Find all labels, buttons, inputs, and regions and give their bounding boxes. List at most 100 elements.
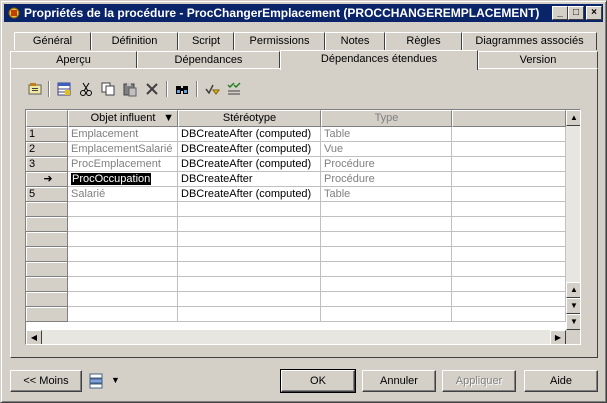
- cell-empty[interactable]: [452, 307, 566, 322]
- cut-icon[interactable]: [76, 79, 96, 99]
- cell-empty[interactable]: [452, 232, 566, 247]
- cell-empty[interactable]: [452, 172, 566, 187]
- cell-objet-influent[interactable]: [68, 277, 178, 292]
- row-number[interactable]: 3: [26, 157, 68, 172]
- dropdown-arrow-icon[interactable]: ▼: [111, 375, 120, 385]
- find-icon[interactable]: [172, 79, 192, 99]
- tab-version[interactable]: Version: [478, 51, 598, 69]
- cell-objet-influent[interactable]: [68, 262, 178, 277]
- table-row[interactable]: [26, 202, 566, 217]
- cell-empty[interactable]: [452, 262, 566, 277]
- cell-empty[interactable]: [452, 127, 566, 142]
- cell-objet-influent[interactable]: ProcOccupation: [68, 172, 178, 187]
- tab-definition[interactable]: Définition: [91, 32, 178, 50]
- row-number[interactable]: [26, 232, 68, 247]
- table-row[interactable]: 1 Emplacement DBCreateAfter (computed) Tabl…: [26, 127, 566, 142]
- tab-dependances[interactable]: Dépendances: [137, 51, 280, 69]
- table-row[interactable]: [26, 232, 566, 247]
- maximize-button[interactable]: □: [568, 6, 584, 20]
- cell-stereotype[interactable]: DBCreateAfter (computed): [178, 157, 321, 172]
- cell-objet-influent[interactable]: ProcEmplacement: [68, 157, 178, 172]
- cell-empty[interactable]: [452, 277, 566, 292]
- cell-type[interactable]: Vue: [321, 142, 452, 157]
- vertical-scrollbar[interactable]: ▲ ▲ ▼ ▼: [566, 110, 580, 330]
- row-number[interactable]: [26, 217, 68, 232]
- table-row[interactable]: [26, 247, 566, 262]
- cell-stereotype[interactable]: [178, 292, 321, 307]
- add-rows-icon[interactable]: [54, 79, 74, 99]
- cell-objet-influent[interactable]: [68, 307, 178, 322]
- row-number[interactable]: [26, 307, 68, 322]
- cell-objet-influent[interactable]: [68, 292, 178, 307]
- table-row[interactable]: ➜ ProcOccupation DBCreateAfter Procédure: [26, 172, 566, 187]
- cell-type[interactable]: [321, 247, 452, 262]
- cell-stereotype[interactable]: [178, 262, 321, 277]
- table-row[interactable]: 3 ProcEmplacement DBCreateAfter (computed)…: [26, 157, 566, 172]
- tab-notes[interactable]: Notes: [325, 32, 385, 50]
- row-number[interactable]: 5: [26, 187, 68, 202]
- row-number[interactable]: [26, 247, 68, 262]
- tab-apercu[interactable]: Aperçu: [10, 51, 137, 69]
- row-number[interactable]: 2: [26, 142, 68, 157]
- title-bar[interactable]: Propriétés de la procédure - ProcChanger…: [4, 4, 603, 22]
- cell-empty[interactable]: [452, 247, 566, 262]
- row-number[interactable]: ➜: [26, 172, 68, 187]
- scroll-up-button[interactable]: ▲: [566, 110, 580, 126]
- cell-type[interactable]: [321, 202, 452, 217]
- cell-stereotype[interactable]: DBCreateAfter: [178, 172, 321, 187]
- dependencies-grid[interactable]: Objet influent ▼ Stéréotype Type 1 Emplac…: [25, 109, 581, 345]
- tab-script[interactable]: Script: [178, 32, 234, 50]
- table-row[interactable]: 5 Salarié DBCreateAfter (computed) Table: [26, 187, 566, 202]
- cell-empty[interactable]: [452, 292, 566, 307]
- horizontal-scrollbar[interactable]: ◀ ▶: [26, 330, 566, 344]
- delete-icon[interactable]: [142, 79, 162, 99]
- help-button[interactable]: Aide: [524, 370, 598, 392]
- selected-cell-text[interactable]: ProcOccupation: [71, 173, 152, 185]
- cell-stereotype[interactable]: DBCreateAfter (computed): [178, 127, 321, 142]
- filter-icon[interactable]: [202, 79, 222, 99]
- close-button[interactable]: ×: [586, 6, 602, 20]
- cell-stereotype[interactable]: DBCreateAfter (computed): [178, 187, 321, 202]
- tab-regles[interactable]: Règles: [385, 32, 462, 50]
- cell-type[interactable]: [321, 217, 452, 232]
- cell-stereotype[interactable]: DBCreateAfter (computed): [178, 142, 321, 157]
- scroll-bottom-button[interactable]: ▼: [566, 298, 580, 314]
- scroll-top-button[interactable]: ▲: [566, 282, 580, 298]
- scroll-left-button[interactable]: ◀: [26, 330, 42, 344]
- table-row[interactable]: [26, 307, 566, 322]
- cell-empty[interactable]: [452, 202, 566, 217]
- cell-empty[interactable]: [452, 217, 566, 232]
- cell-empty[interactable]: [452, 157, 566, 172]
- table-row[interactable]: [26, 292, 566, 307]
- table-row[interactable]: [26, 217, 566, 232]
- column-header-stereotype[interactable]: Stéréotype: [178, 110, 321, 127]
- row-number[interactable]: [26, 202, 68, 217]
- scroll-right-button[interactable]: ▶: [550, 330, 566, 344]
- cell-type[interactable]: Table: [321, 127, 452, 142]
- cell-objet-influent[interactable]: [68, 202, 178, 217]
- cell-empty[interactable]: [452, 142, 566, 157]
- tab-dependances-etendues[interactable]: Dépendances étendues: [280, 50, 478, 70]
- column-header-type[interactable]: Type: [321, 110, 452, 127]
- cell-stereotype[interactable]: [178, 247, 321, 262]
- tab-diagrammes-associes[interactable]: Diagrammes associés: [462, 32, 597, 50]
- cell-type[interactable]: Table: [321, 187, 452, 202]
- minimize-button[interactable]: _: [552, 6, 568, 20]
- cell-stereotype[interactable]: [178, 232, 321, 247]
- cell-stereotype[interactable]: [178, 277, 321, 292]
- less-button[interactable]: << Moins: [10, 370, 82, 392]
- row-number[interactable]: 1: [26, 127, 68, 142]
- cell-type[interactable]: [321, 292, 452, 307]
- cell-type[interactable]: Procédure: [321, 157, 452, 172]
- cell-type[interactable]: [321, 277, 452, 292]
- tab-general[interactable]: Général: [14, 32, 91, 50]
- cell-stereotype[interactable]: [178, 307, 321, 322]
- cell-objet-influent[interactable]: [68, 232, 178, 247]
- table-row[interactable]: 2 EmplacementSalarié DBCreateAfter (comput…: [26, 142, 566, 157]
- row-number[interactable]: [26, 277, 68, 292]
- cell-type[interactable]: Procédure: [321, 172, 452, 187]
- cell-stereotype[interactable]: [178, 217, 321, 232]
- row-number[interactable]: [26, 262, 68, 277]
- ok-button[interactable]: OK: [280, 369, 356, 393]
- cell-objet-influent[interactable]: Salarié: [68, 187, 178, 202]
